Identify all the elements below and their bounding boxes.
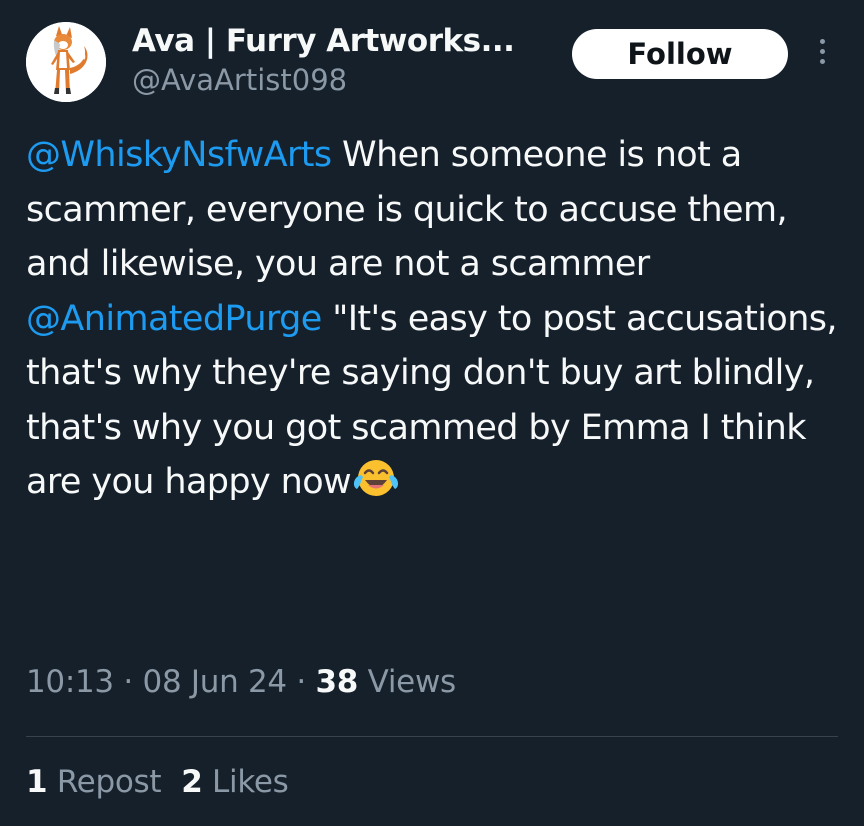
views-count: 38: [315, 664, 359, 700]
tweet-time[interactable]: 10:13: [26, 664, 114, 700]
engagement-stats: 1 Repost 2 Likes: [26, 764, 309, 800]
likes-count: 2: [181, 764, 203, 800]
author-names: Ava | Furry Artworks... @AvaArtist098: [132, 22, 552, 100]
likes-label: Likes: [202, 764, 289, 800]
tweet-text: @WhiskyNsfwArts When someone is not a sc…: [26, 128, 846, 510]
more-vertical-icon[interactable]: [808, 36, 836, 76]
reposts-stat[interactable]: 1 Repost: [26, 764, 162, 800]
face-with-tears-of-joy-icon: [351, 455, 401, 501]
author-display-name[interactable]: Ava | Furry Artworks...: [132, 22, 552, 60]
reposts-count: 1: [26, 764, 48, 800]
tweet-card: Ava | Furry Artworks... @AvaArtist098 Fo…: [0, 0, 864, 826]
fox-character-avatar-icon: [26, 22, 106, 102]
tweet-date[interactable]: 08 Jun 24: [143, 664, 288, 700]
avatar[interactable]: [26, 22, 106, 102]
meta-separator: ·: [113, 664, 143, 700]
mention-link[interactable]: @WhiskyNsfwArts: [26, 135, 332, 175]
divider: [26, 736, 838, 737]
follow-button[interactable]: Follow: [572, 29, 788, 79]
likes-stat[interactable]: 2 Likes: [181, 764, 289, 800]
mention-link[interactable]: @AnimatedPurge: [26, 299, 322, 339]
meta-separator: ·: [286, 664, 316, 700]
tweet-header: Ava | Furry Artworks... @AvaArtist098 Fo…: [26, 22, 838, 106]
views-label: Views: [358, 664, 457, 700]
author-handle[interactable]: @AvaArtist098: [132, 60, 552, 100]
tweet-meta: 10:13 · 08 Jun 24 · 38 Views: [26, 664, 456, 700]
reposts-label: Repost: [47, 764, 162, 800]
